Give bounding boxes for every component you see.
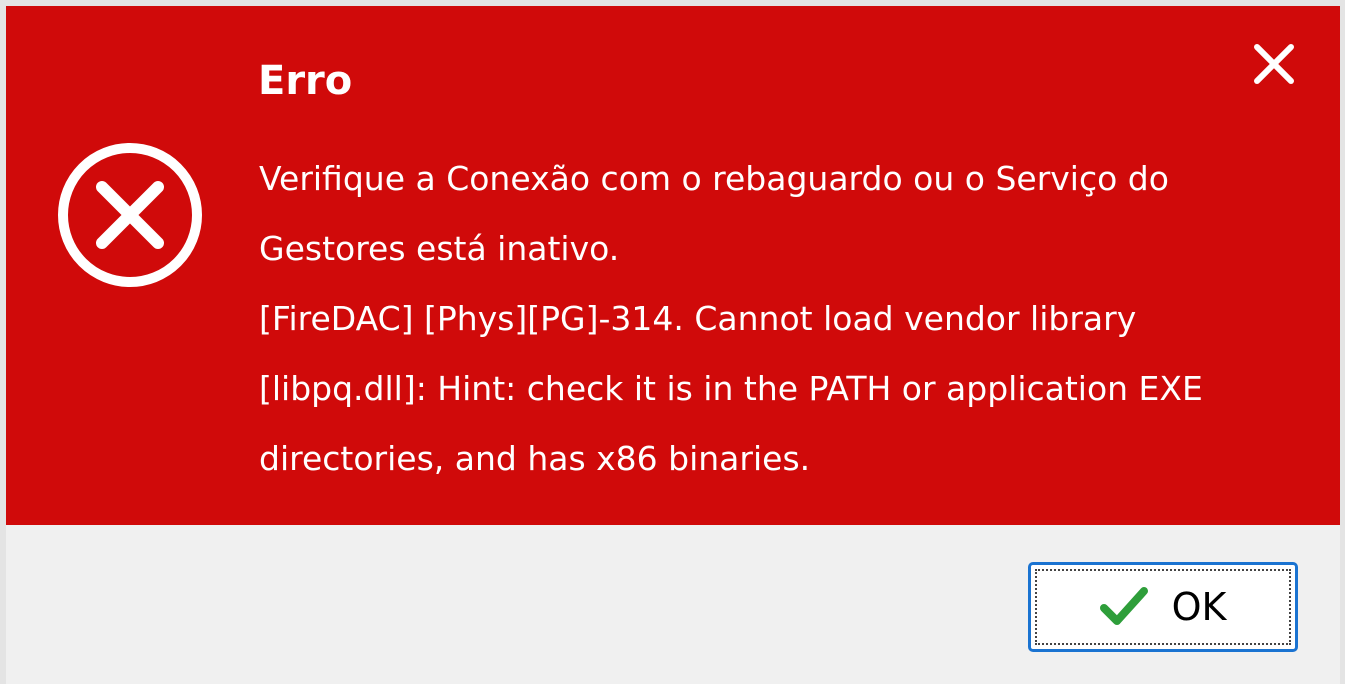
message-line: [libpq.dll]: Hint: check it is in the PA…	[259, 369, 1203, 408]
error-message: Verifique a Conexão com o rebaguardo ou …	[259, 144, 1324, 494]
error-header-panel: Erro Verifique a Conexão com o rebaguard…	[6, 6, 1340, 525]
ok-button-label: OK	[1171, 585, 1227, 629]
message-line: Gestores está inativo.	[259, 229, 620, 268]
message-line: [FireDAC] [Phys][PG]-314. Cannot load ve…	[259, 299, 1137, 338]
error-circle-x-icon	[58, 143, 202, 287]
dialog-title: Erro	[258, 58, 353, 104]
close-icon[interactable]	[1244, 34, 1304, 94]
ok-button-focus-rect: OK	[1035, 569, 1291, 645]
message-line: directories, and has x86 binaries.	[259, 439, 811, 478]
checkmark-icon	[1099, 587, 1148, 625]
error-dialog: Erro Verifique a Conexão com o rebaguard…	[6, 6, 1340, 684]
ok-button[interactable]: OK	[1028, 562, 1298, 652]
message-line: Verifique a Conexão com o rebaguardo ou …	[259, 159, 1169, 198]
